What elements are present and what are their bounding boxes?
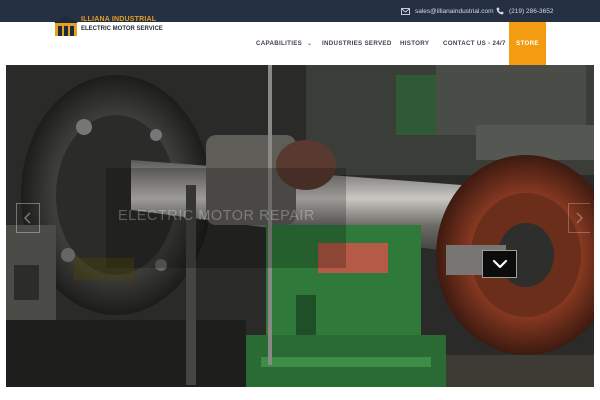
email-link[interactable]: sales@illianaindustrial.com [401, 0, 494, 22]
chevron-down-icon [492, 259, 507, 269]
nav-item-industries-served[interactable]: INDUSTRIES SERVED [322, 22, 392, 65]
nav-item-store[interactable]: STORE [509, 22, 546, 65]
chevron-left-icon [23, 212, 31, 224]
scroll-down-button[interactable] [482, 250, 517, 278]
factory-logo-icon [54, 15, 78, 36]
nav-item-history[interactable]: HISTORY [400, 22, 429, 65]
chevron-right-icon [576, 212, 584, 224]
envelope-icon [401, 7, 410, 15]
site-logo[interactable]: ILLIANA INDUSTRIAL ELECTRIC MOTOR SERVIC… [54, 14, 163, 38]
nav-item-contact-us[interactable]: CONTACT US - 24/7 [443, 22, 506, 65]
phone-text: (219) 286-3652 [509, 7, 554, 15]
logo-line-2: ELECTRIC MOTOR SERVICE [81, 26, 163, 32]
email-text: sales@illianaindustrial.com [415, 7, 494, 15]
hero-title: ELECTRIC MOTOR REPAIR [118, 208, 315, 224]
slider-prev-button[interactable] [16, 203, 40, 233]
hero-slider: ELECTRIC MOTOR REPAIR [6, 65, 594, 387]
nav-label: CONTACT US - 24/7 [443, 40, 506, 47]
logo-line-1: ILLIANA INDUSTRIAL [81, 16, 157, 23]
site-header: ILLIANA INDUSTRIAL ELECTRIC MOTOR SERVIC… [0, 15, 600, 65]
chevron-down-icon: ⌄ [307, 41, 313, 47]
slider-next-button[interactable] [568, 203, 590, 233]
nav-label: CAPABILITIES [256, 40, 303, 47]
hero-background-image [6, 65, 594, 387]
nav-label: INDUSTRIES SERVED [322, 40, 392, 47]
nav-label: STORE [516, 40, 539, 47]
nav-label: HISTORY [400, 40, 430, 47]
nav-item-capabilities[interactable]: CAPABILITIES ⌄ [256, 22, 312, 65]
phone-icon [496, 7, 504, 15]
phone-link[interactable]: (219) 286-3652 [496, 0, 553, 22]
